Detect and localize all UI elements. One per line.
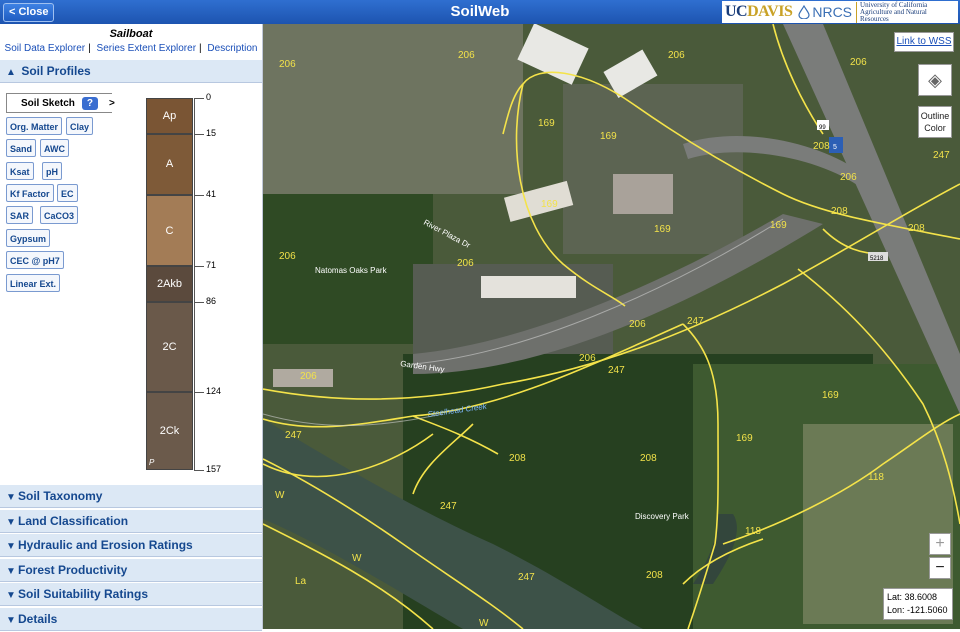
horizon-c[interactable]: C [146, 195, 193, 267]
expand-arrow-icon: ▼ [6, 541, 16, 552]
depth-label: 124 [206, 385, 222, 396]
tab-label: Soil Sketch [21, 98, 75, 109]
horizon-ap[interactable]: Ap [146, 98, 193, 134]
expand-arrow-icon: ▼ [6, 492, 16, 503]
details-header[interactable]: ▼ Details [0, 608, 262, 631]
depth-label: 86 [206, 295, 217, 306]
outline-color-button[interactable]: Outline Color [918, 106, 952, 138]
description-link[interactable]: Description [207, 43, 257, 54]
partner-logos[interactable]: UCDAVIS NRCS University of California Agr… [722, 1, 958, 23]
layers-button[interactable]: ◈ [918, 64, 952, 96]
series-name: Sailboat [109, 28, 153, 40]
section-label: Hydraulic and Erosion Ratings [18, 538, 193, 552]
nrcs-drop-icon [798, 5, 810, 19]
expand-arrow-icon: ▼ [6, 590, 16, 601]
cec-ph7-button[interactable]: CEC @ pH7 [6, 251, 64, 269]
uc-anr-logo: University of California Agriculture and … [856, 1, 955, 23]
horizon-2akb[interactable]: 2Akb [146, 266, 193, 302]
depth-tick [194, 301, 204, 303]
depth-tick [194, 391, 204, 393]
help-icon[interactable]: ? [81, 96, 98, 110]
horizon-a[interactable]: A [146, 133, 193, 196]
layers-icon: ◈ [928, 70, 942, 90]
route-99-shield [817, 120, 829, 130]
depth-tick [194, 470, 204, 471]
soil-sketch-tab[interactable]: Soil Sketch? > [6, 93, 115, 114]
section-label: Land Classification [18, 514, 129, 528]
zoom-in-button[interactable]: + [929, 533, 951, 555]
hydraulic-erosion-header[interactable]: ▼ Hydraulic and Erosion Ratings [0, 534, 262, 557]
depth-label: 0 [206, 92, 212, 102]
sar-button[interactable]: SAR [6, 206, 34, 224]
expand-arrow-icon: ▼ [6, 566, 16, 577]
depth-tick [194, 195, 204, 197]
kf-factor-button[interactable]: Kf Factor [6, 184, 54, 202]
depth-tick [194, 266, 204, 268]
satellite-imagery[interactable] [263, 24, 960, 629]
caco3-button[interactable]: CaCO3 [40, 206, 79, 224]
lat-lon-readout: Lat: 38.6008 Lon: -121.5060 [883, 588, 953, 620]
soil-suitability-header[interactable]: ▼ Soil Suitability Ratings [0, 583, 262, 606]
forest-productivity-header[interactable]: ▼ Forest Productivity [0, 559, 262, 582]
section-label: Soil Suitability Ratings [18, 587, 149, 601]
longitude-readout: Lon: -121.5060 [887, 605, 948, 615]
ksat-button[interactable]: Ksat [6, 162, 34, 180]
series-links: Soil Data Explorer | Series Extent Explor… [0, 43, 262, 54]
ucdavis-logo: UCDAVIS [725, 3, 793, 20]
depth-label: 71 [206, 260, 217, 271]
interstate-5-shield [829, 137, 843, 153]
zoom-out-button[interactable]: − [929, 557, 951, 579]
soil-taxonomy-header[interactable]: ▼ Soil Taxonomy [0, 485, 262, 508]
section-label: Forest Productivity [18, 563, 128, 577]
expand-arrow-icon: ▼ [6, 517, 16, 528]
ec-button[interactable]: EC [57, 184, 78, 202]
org-matter-button[interactable]: Org. Matter [6, 117, 63, 135]
nrcs-logo: NRCS [796, 4, 852, 20]
ph-button[interactable]: pH [42, 162, 62, 180]
soil-profiles-header[interactable]: ▲ Soil Profiles [0, 60, 262, 83]
land-classification-header[interactable]: ▼ Land Classification [0, 510, 262, 533]
series-extent-explorer-link[interactable]: Series Extent Explorer [97, 43, 197, 54]
depth-label: 157 [206, 464, 222, 474]
section-label: Soil Taxonomy [18, 489, 103, 503]
link-separator: | [199, 43, 202, 54]
top-bar: < Close SoilWeb UCDAVIS NRCS University … [0, 0, 960, 24]
close-button[interactable]: < Close [3, 3, 55, 22]
section-label: Details [18, 612, 58, 626]
soil-data-explorer-link[interactable]: Soil Data Explorer [5, 43, 86, 54]
profile-footer-mark: P [149, 458, 155, 467]
side-panel: Sailboat Soil Data Explorer | Series Exte… [0, 24, 263, 631]
next-arrow-icon[interactable]: > [109, 94, 115, 114]
depth-label: 41 [206, 189, 217, 200]
depth-label: 15 [206, 127, 217, 138]
exit-shield [868, 252, 888, 261]
latitude-readout: Lat: 38.6008 [887, 592, 938, 602]
gypsum-button[interactable]: Gypsum [6, 229, 51, 247]
linear-ext-button[interactable]: Linear Ext. [6, 274, 61, 292]
collapse-arrow-icon: ▲ [6, 67, 16, 78]
map-view[interactable]: 206 206 206 206 169 169 169 169 169 206 … [263, 24, 960, 629]
horizon-2c[interactable]: 2C [146, 301, 193, 392]
awc-button[interactable]: AWC [40, 139, 69, 157]
link-separator: | [88, 43, 91, 54]
depth-axis [194, 98, 195, 470]
depth-tick [194, 98, 204, 99]
depth-tick [194, 133, 204, 135]
link-to-wss-button[interactable]: Link to WSS [894, 32, 954, 52]
section-label: Soil Profiles [21, 64, 91, 78]
clay-button[interactable]: Clay [66, 117, 94, 135]
sand-button[interactable]: Sand [6, 139, 37, 157]
